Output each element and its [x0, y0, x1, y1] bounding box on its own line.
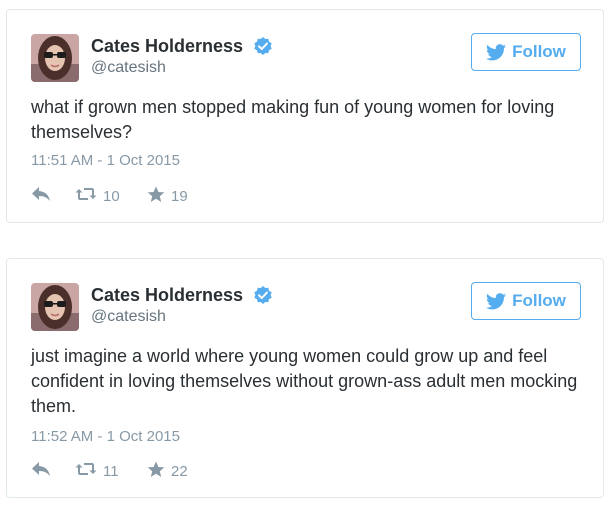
- reply-button[interactable]: [31, 461, 75, 481]
- follow-button[interactable]: Follow: [471, 33, 581, 71]
- tweet-timestamp[interactable]: 11:52 AM - 1 Oct 2015: [31, 428, 180, 445]
- reply-button[interactable]: [31, 186, 75, 206]
- star-icon: [147, 461, 171, 482]
- avatar[interactable]: [31, 283, 79, 331]
- like-button[interactable]: 22: [147, 461, 188, 482]
- avatar[interactable]: [31, 34, 79, 82]
- tweet-card: Cates Holderness @catesish Follow what i…: [6, 9, 604, 223]
- star-icon: [147, 186, 171, 207]
- retweet-count: 10: [103, 187, 120, 205]
- tweet-text: what if grown men stopped making fun of …: [31, 97, 555, 142]
- like-count: 19: [171, 187, 188, 205]
- like-button[interactable]: 19: [147, 186, 188, 207]
- retweet-button[interactable]: 11: [75, 461, 147, 481]
- verified-badge-icon: [253, 285, 273, 305]
- tweet-text: just imagine a world where young women c…: [31, 346, 578, 416]
- tweet-timestamp[interactable]: 11:51 AM - 1 Oct 2015: [31, 152, 180, 169]
- twitter-bird-icon: [486, 43, 507, 61]
- retweet-button[interactable]: 10: [75, 186, 147, 206]
- follow-label: Follow: [512, 42, 566, 61]
- retweet-icon: [75, 461, 103, 481]
- like-count: 22: [171, 462, 188, 480]
- tweet-actions: 11 22: [31, 460, 188, 482]
- retweet-icon: [75, 186, 103, 206]
- reply-arrow-icon: [31, 461, 51, 481]
- display-name[interactable]: Cates Holderness: [91, 285, 243, 306]
- retweet-count: 11: [103, 462, 119, 480]
- follow-button[interactable]: Follow: [471, 282, 581, 320]
- reply-arrow-icon: [31, 186, 51, 206]
- tweet-actions: 10 19: [31, 185, 188, 207]
- follow-label: Follow: [512, 291, 566, 310]
- twitter-bird-icon: [486, 292, 507, 310]
- display-name[interactable]: Cates Holderness: [91, 36, 243, 57]
- verified-badge-icon: [253, 36, 273, 56]
- tweet-card: Cates Holderness @catesish Follow just i…: [6, 258, 604, 498]
- user-handle[interactable]: @catesish: [91, 59, 166, 77]
- user-handle[interactable]: @catesish: [91, 308, 166, 326]
